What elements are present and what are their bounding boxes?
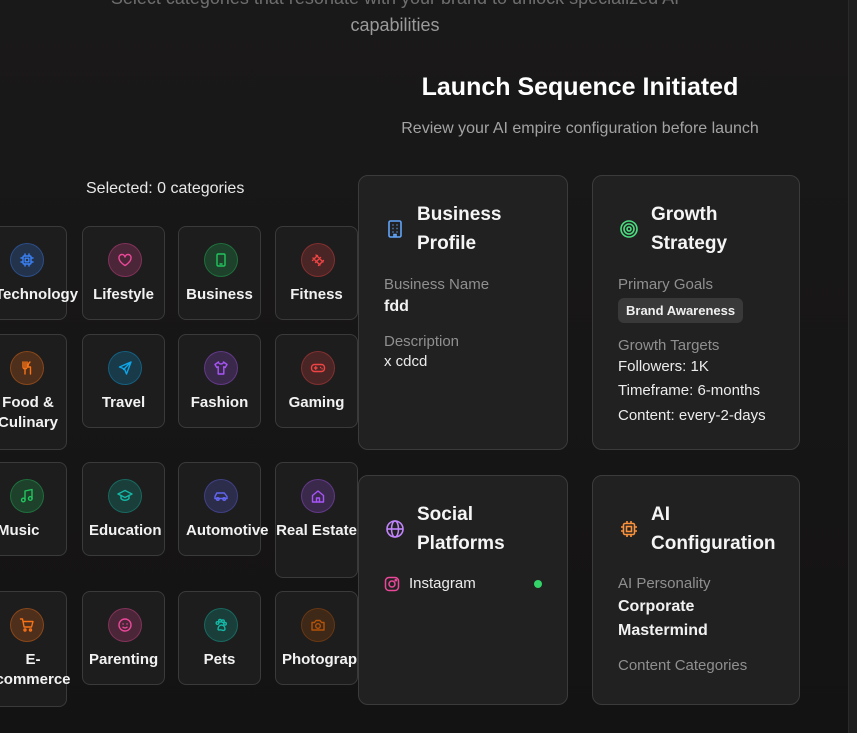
category-label: Food & Culinary	[0, 394, 58, 431]
category-label: Travel	[101, 394, 146, 411]
heart-icon	[107, 243, 142, 277]
cpu-icon	[9, 243, 44, 277]
category-label: E-commerce	[0, 651, 71, 688]
social-platforms-title-line2: Platforms	[417, 533, 505, 554]
category-tile-automotive[interactable]: Automotive	[178, 462, 269, 556]
plane-icon	[107, 351, 142, 385]
category-tile-gaming[interactable]: Gaming	[275, 334, 358, 428]
category-tile-music[interactable]: Music	[0, 462, 67, 556]
growth-targets-label: Growth Targets	[618, 337, 720, 354]
category-tile-photography[interactable]: Photography	[275, 591, 375, 685]
shirt-icon	[203, 351, 238, 385]
growth-strategy-card: Growth Strategy Primary Goals Brand Awar…	[592, 175, 800, 450]
platform-name: Instagram	[409, 575, 476, 592]
category-tile-business[interactable]: Business	[178, 226, 261, 320]
category-tile-education[interactable]: Education	[82, 462, 165, 556]
category-label: Fashion	[190, 394, 249, 411]
graduation-cap-icon	[107, 479, 142, 513]
growth-strategy-title-line1: Growth	[651, 204, 718, 225]
target-icon	[620, 220, 638, 238]
utensils-icon	[9, 351, 44, 385]
ai-configuration-title-line2: Configuration	[651, 533, 776, 554]
selected-count: Selected: 0 categories	[86, 180, 245, 197]
tablet-icon	[203, 243, 238, 277]
paw-icon	[203, 608, 238, 642]
business-name-value: fdd	[384, 298, 409, 315]
launch-subtitle: Review your AI empire configuration befo…	[401, 120, 759, 137]
followers-target: Followers: 1K	[618, 358, 709, 375]
category-tile-lifestyle[interactable]: Lifestyle	[82, 226, 165, 320]
category-tile-travel[interactable]: Travel	[82, 334, 165, 428]
category-label: Gaming	[288, 394, 345, 411]
background-subtitle-line2: capabilities	[350, 15, 440, 35]
camera-icon	[300, 608, 335, 642]
cart-icon	[9, 608, 44, 642]
ai-personality-label: AI Personality	[618, 575, 711, 592]
category-label: Lifestyle	[93, 286, 154, 303]
category-tile-food-culinary[interactable]: Food & Culinary	[0, 334, 67, 450]
content-target: Content: every-2-days	[618, 407, 766, 424]
dumbbell-icon	[300, 243, 335, 277]
category-tile-parenting[interactable]: Parenting	[82, 591, 165, 685]
goal-badge: Brand Awareness	[618, 298, 744, 323]
growth-strategy-title-line2: Strategy	[651, 233, 728, 254]
content-categories-label: Content Categories	[618, 657, 748, 674]
building-icon	[388, 220, 402, 238]
page-scrollbar[interactable]	[848, 0, 857, 733]
ai-personality-line1: Corporate	[618, 598, 695, 615]
business-profile-title-line2: Profile	[417, 233, 477, 254]
launch-title: Launch Sequence Initiated	[421, 73, 739, 101]
primary-goals-label: Primary Goals	[618, 276, 714, 293]
platform-status-dot	[534, 580, 542, 588]
description-value: x cdcd	[384, 353, 428, 370]
background-subtitle-line1: Select categories that resonate with you…	[0, 0, 790, 9]
category-label: Fitness	[290, 286, 343, 303]
category-tile-pets[interactable]: Pets	[178, 591, 261, 685]
timeframe-target: Timeframe: 6-months	[618, 382, 760, 399]
category-tile-fitness[interactable]: Fitness	[275, 226, 358, 320]
ai-configuration-card: AI Configuration AI Personality Corporat…	[592, 475, 800, 705]
category-tile-technology[interactable]: Technology	[0, 226, 78, 320]
social-platforms-title-line1: Social	[417, 504, 473, 525]
globe-icon	[386, 520, 404, 538]
category-tile-fashion[interactable]: Fashion	[178, 334, 261, 428]
business-profile-title-line1: Business	[417, 204, 502, 225]
business-name-label: Business Name	[384, 276, 490, 293]
category-label: Pets	[203, 651, 236, 668]
instagram-icon	[384, 576, 400, 592]
car-icon	[203, 479, 238, 513]
category-label: Real Estate	[276, 522, 357, 539]
ai-personality-line2: Mastermind	[618, 622, 708, 639]
baby-icon	[107, 608, 142, 642]
chip-icon	[621, 521, 637, 537]
category-label: Business	[186, 286, 253, 303]
ai-configuration-title-line1: AI	[651, 504, 670, 525]
category-tile-real-estate[interactable]: Real Estate	[275, 462, 358, 578]
music-icon	[9, 479, 44, 513]
social-platforms-card: Social Platforms Instagram	[358, 475, 568, 705]
gamepad-icon	[300, 351, 335, 385]
home-icon	[300, 479, 335, 513]
category-tile-e-commerce[interactable]: E-commerce	[0, 591, 71, 707]
business-profile-card: Business Profile Business Name fdd Descr…	[358, 175, 568, 450]
description-label: Description	[384, 333, 460, 350]
